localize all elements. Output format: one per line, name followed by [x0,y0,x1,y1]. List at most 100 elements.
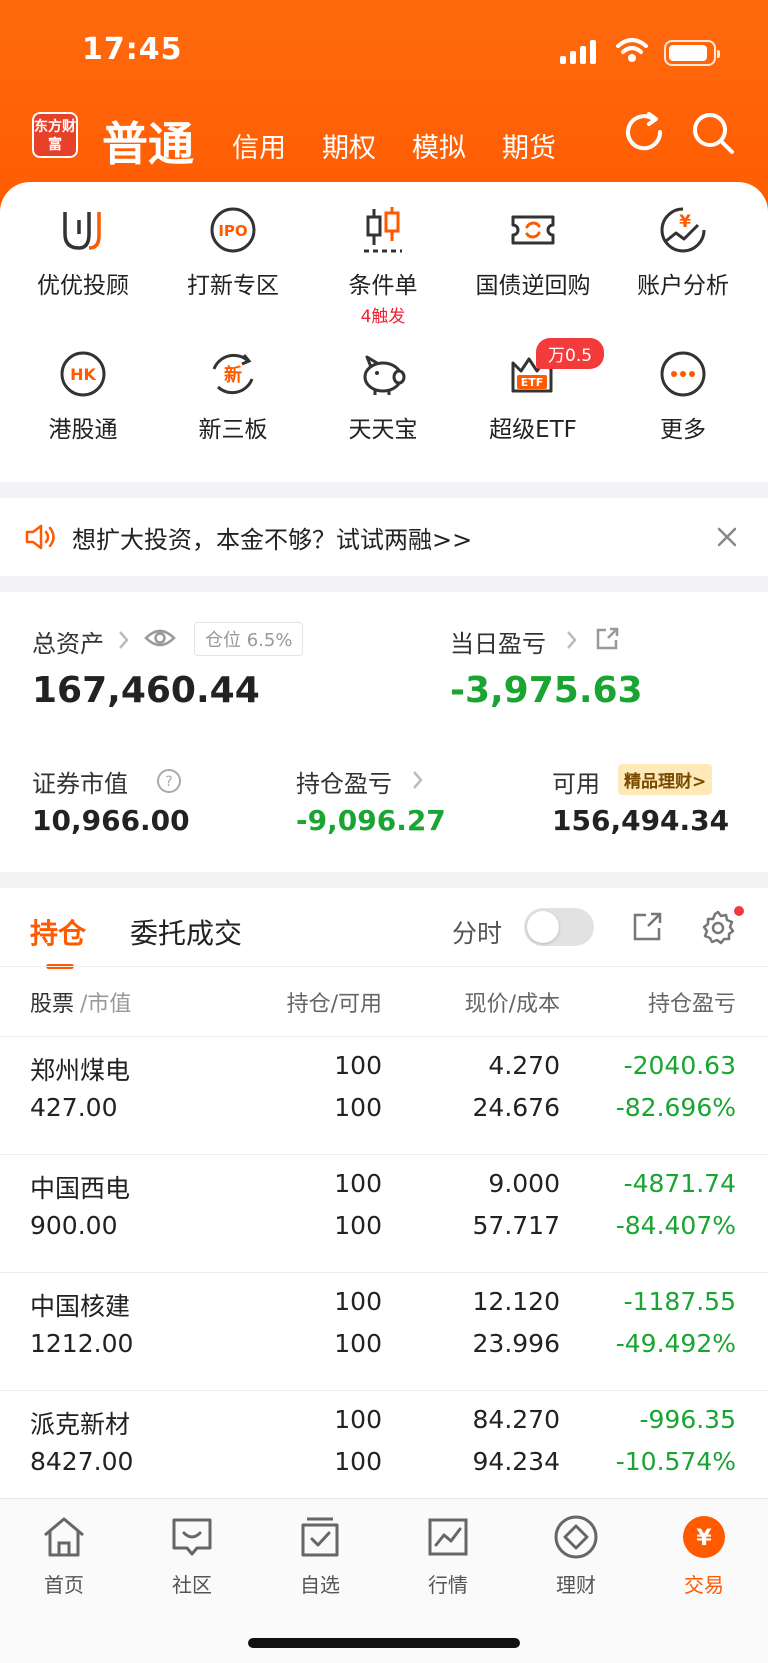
quick-item-ipo[interactable]: IPO 打新专区 [158,200,308,300]
quick-item-more[interactable]: 更多 [608,344,758,444]
cellular-signal-icon [560,40,596,64]
hold-qty: 100 [334,1051,382,1080]
quick-item-conditional-order[interactable]: 条件单 4触发 [308,200,458,327]
account-analysis-icon: ¥ [660,207,706,253]
triggered-count: 4触发 [360,307,406,327]
table-row[interactable]: 中国西电 900.00 100 100 9.000 57.717 -4871.7… [0,1154,768,1272]
piggy-bank-icon [363,355,406,395]
holding-pnl-label[interactable]: 持仓盈亏 [296,764,392,799]
holding-pnl: -1187.55 [623,1287,736,1316]
col-header-holding-pnl: 持仓盈亏 [647,992,736,1017]
tab-options[interactable]: 期权 [322,126,376,165]
available-label: 可用 [552,770,600,798]
watchlist-icon [301,1517,339,1557]
quick-item-neeq[interactable]: 新 新三板 [158,344,308,444]
cost-price: 94.234 [472,1447,560,1476]
tab-normal[interactable]: 普通 [102,108,194,174]
quick-item-account-analysis[interactable]: ¥ 账户分析 [608,200,758,300]
account-type-nav: 东方财富 普通 信用 期权 模拟 期货 [0,108,768,172]
svg-text:¥: ¥ [696,1526,712,1551]
candlestick-icon [364,207,402,253]
help-icon[interactable]: ? [156,768,182,794]
holding-pnl: -4871.74 [623,1169,736,1198]
tab-positions[interactable]: 持仓 [30,912,86,952]
quick-item-label: 新三板 [198,417,268,443]
search-icon[interactable] [690,110,736,156]
hk-connect-icon: HK [60,351,106,397]
current-price: 9.000 [488,1169,560,1198]
timeshare-label: 分时 [452,919,503,948]
community-icon [172,1518,212,1556]
quick-item-advisor[interactable]: 优优投顾 [8,200,158,300]
quick-item-label: 优优投顾 [37,273,129,299]
close-icon[interactable] [716,526,738,548]
positions-panel: 持仓 委托成交 分时 股票 /市值 持仓/可用 现价/成本 持仓盈亏 郑州煤电 … [0,888,768,1498]
total-assets-label[interactable]: 总资产 [32,624,104,659]
wealth-products-badge[interactable]: 精品理财> [618,764,713,795]
stock-name: 派克新材 [30,1410,131,1439]
notice-text: 想扩大投资，本金不够？试试两融>> [72,526,473,554]
stock-market-value: 8427.00 [30,1447,134,1476]
export-icon[interactable] [630,910,664,944]
cost-price: 57.717 [472,1211,560,1240]
market-icon [428,1518,468,1556]
battery-icon [664,40,720,66]
quick-item-reverse-repo[interactable]: 国债逆回购 [458,200,608,300]
stock-name: 中国西电 [30,1174,131,1203]
share-icon[interactable] [594,626,620,652]
eye-icon[interactable] [144,626,176,650]
table-row[interactable]: 中国核建 1212.00 100 100 12.120 23.996 -1187… [0,1272,768,1390]
tab-wealth[interactable]: 理财 [526,1511,626,1598]
stock-market-value: 900.00 [30,1211,118,1240]
neeq-icon-text: 新 [224,364,242,386]
divider [0,966,768,967]
etf-icon-text: ETF [521,376,544,389]
refresh-icon[interactable] [622,110,668,156]
col-header-market-value: /市值 [80,992,132,1017]
trade-icon: ¥ [683,1516,725,1558]
tab-label: 自选 [300,1573,340,1597]
table-row[interactable]: 郑州煤电 427.00 100 100 4.270 24.676 -2040.6… [0,1036,768,1154]
tab-label: 社区 [172,1573,212,1597]
avail-qty: 100 [334,1329,382,1358]
current-price: 12.120 [472,1287,560,1316]
avail-qty: 100 [334,1211,382,1240]
margin-notice-banner[interactable]: 想扩大投资，本金不够？试试两融>> [0,498,768,576]
settings-notification-dot [734,906,744,916]
daily-pnl-label[interactable]: 当日盈亏 [450,624,546,659]
tab-watchlist[interactable]: 自选 [270,1511,370,1598]
tab-futures[interactable]: 期货 [502,126,556,165]
cost-price: 24.676 [472,1093,560,1122]
status-bar: 17:45 [0,28,768,78]
tab-community[interactable]: 社区 [142,1511,242,1598]
hold-qty: 100 [334,1405,382,1434]
available-value: 156,494.34 [552,804,730,837]
speaker-icon [25,524,55,550]
avail-qty: 100 [334,1093,382,1122]
tab-credit[interactable]: 信用 [232,126,286,165]
daily-pnl-value: -3,975.63 [450,670,643,711]
tab-orders[interactable]: 委托成交 [130,912,242,952]
table-row[interactable]: 派克新材 8427.00 100 100 84.270 94.234 -996.… [0,1390,768,1508]
quick-item-hk-connect[interactable]: HK 港股通 [8,344,158,444]
timeshare-toggle[interactable] [524,908,594,946]
gear-icon[interactable] [698,908,738,948]
col-header-hold-available: 持仓/可用 [286,992,382,1017]
tab-trade[interactable]: ¥ 交易 [654,1511,754,1598]
holding-pnl: -996.35 [639,1405,737,1434]
hold-qty: 100 [334,1287,382,1316]
holding-pnl-pct: -84.407% [615,1211,736,1240]
tab-home[interactable]: 首页 [14,1511,114,1598]
tab-simulation[interactable]: 模拟 [412,126,466,165]
tab-label: 首页 [44,1573,84,1597]
holding-pnl-value: -9,096.27 [296,804,446,837]
quick-item-tiantianbao[interactable]: 天天宝 [308,344,458,444]
ipo-icon: IPO [210,207,256,253]
svg-text:?: ? [165,774,172,790]
asset-summary: 总资产 仓位 6.5% 167,460.44 当日盈亏 -3,975.63 证券… [0,592,768,872]
status-time: 17:45 [82,32,183,67]
quick-item-label: 打新专区 [187,273,279,299]
ipo-icon-text: IPO [218,222,247,240]
neeq-icon: 新 [212,353,254,395]
tab-market[interactable]: 行情 [398,1511,498,1598]
